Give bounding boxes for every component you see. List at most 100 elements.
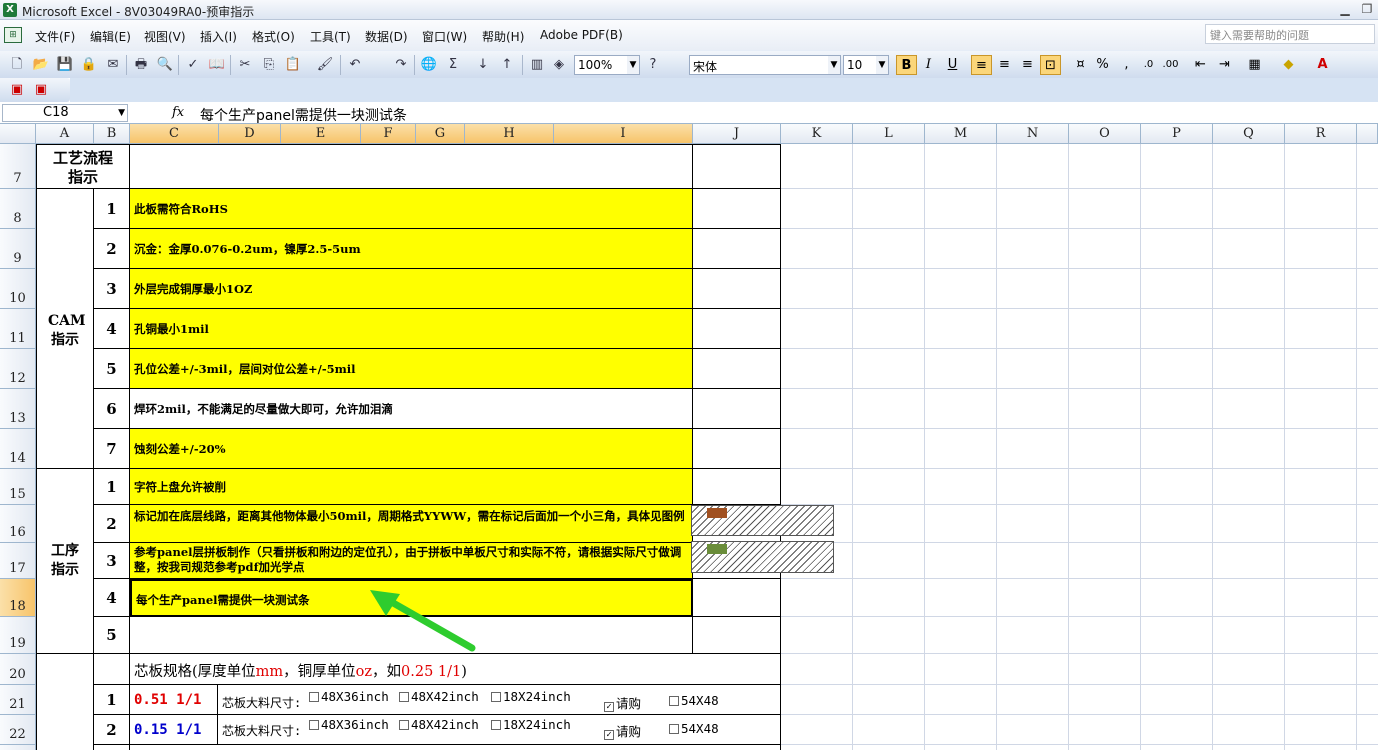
row-header-20[interactable]: 20	[0, 654, 36, 685]
column-header-i[interactable]: I	[554, 124, 693, 144]
menu-view[interactable]: 视图(V)	[144, 28, 186, 45]
save-icon[interactable]: 💾	[56, 56, 74, 74]
undo-icon[interactable]: ↶	[346, 56, 364, 74]
chevron-down-icon[interactable]: ▼	[118, 105, 125, 121]
cam-item-text[interactable]: 外层完成铜厚最小1OZ	[130, 269, 693, 309]
cam-item-text[interactable]: 蚀刻公差+/-20%	[130, 429, 693, 469]
open-icon[interactable]: 📂	[32, 56, 50, 74]
cell-b23[interactable]	[94, 745, 130, 750]
checked-checkbox-icon[interactable]: ✓	[604, 730, 614, 740]
workbook-icon[interactable]: ⊞	[4, 27, 22, 43]
column-header-f[interactable]: F	[361, 124, 416, 144]
row-header-21[interactable]: 21	[0, 685, 36, 715]
worksheet-grid[interactable]: A B C D E F G H I J K L M N O P Q R 7 8 …	[0, 124, 1378, 750]
column-header-k[interactable]: K	[781, 124, 853, 144]
row-header-22[interactable]: 22	[0, 715, 36, 745]
column-header-a[interactable]: A	[36, 124, 94, 144]
checkbox[interactable]	[399, 692, 409, 702]
cell-j19[interactable]	[693, 617, 781, 654]
row-header-10[interactable]: 10	[0, 269, 36, 309]
sort-descending-icon[interactable]: ↑	[498, 56, 516, 74]
underline-button[interactable]: U	[942, 55, 963, 75]
checkbox[interactable]	[399, 720, 409, 730]
format-painter-icon[interactable]: 🖌	[316, 56, 334, 74]
option-48x42[interactable]: 48X42inch	[399, 717, 479, 732]
align-left-button[interactable]: ≡	[971, 55, 992, 75]
cam-item-text[interactable]: 孔铜最小1mil	[130, 309, 693, 349]
row-header-16[interactable]: 16	[0, 505, 36, 543]
align-right-button[interactable]: ≡	[1017, 55, 1038, 75]
formula-input[interactable]: 每个生产panel需提供一块测试条	[200, 105, 407, 125]
column-header-l[interactable]: L	[853, 124, 925, 144]
currency-button[interactable]: ¤	[1070, 55, 1091, 75]
checkbox[interactable]	[669, 696, 679, 706]
option-18x24[interactable]: 18X24inch	[491, 689, 571, 704]
cut-icon[interactable]: ✂	[236, 56, 254, 74]
fill-color-icon[interactable]: ◆	[1278, 55, 1299, 75]
option-54x48[interactable]: 54X48	[669, 721, 719, 736]
decrease-indent-button[interactable]: ⇤	[1190, 55, 1211, 75]
checkbox[interactable]	[669, 724, 679, 734]
font-select[interactable]: 宋体 ▼	[689, 55, 841, 75]
cell-j14[interactable]	[693, 429, 781, 469]
print-preview-icon[interactable]: 🔍	[156, 56, 174, 74]
process-item-text[interactable]: 标记加在底层线路，距离其他物体最小50mil，周期格式YYWW，需在标记后面加一…	[130, 505, 693, 543]
cam-item-text[interactable]: 孔位公差+/-3mil，层间对位公差+/-5mil	[130, 349, 693, 389]
checkbox[interactable]	[309, 720, 319, 730]
italic-button[interactable]: I	[918, 55, 939, 75]
cell-j18[interactable]	[693, 579, 781, 617]
paste-icon[interactable]: 📋	[284, 56, 302, 74]
menu-adobe-pdf[interactable]: Adobe PDF(B)	[540, 28, 623, 42]
drawing-icon[interactable]: ◈	[550, 56, 568, 74]
column-header-p[interactable]: P	[1141, 124, 1213, 144]
chevron-down-icon[interactable]: ▼	[828, 56, 840, 74]
menu-format[interactable]: 格式(O)	[252, 28, 295, 45]
help-search-input[interactable]: 键入需要帮助的问题	[1205, 24, 1375, 44]
menu-edit[interactable]: 编辑(E)	[90, 28, 131, 45]
process-item-text[interactable]: 参考panel层拼板制作（只看拼板和附边的定位孔），由于拼板中单板尺寸和实际不符…	[130, 543, 693, 579]
core-spec-value[interactable]: 0.51 1/1	[130, 685, 218, 715]
minimize-button[interactable]: ▁	[1334, 0, 1356, 20]
option-48x36[interactable]: 48X36inch	[309, 689, 389, 704]
zoom-select[interactable]: 100% ▼	[574, 55, 640, 75]
cell-j9[interactable]	[693, 229, 781, 269]
email-icon[interactable]: ✉	[104, 56, 122, 74]
column-header-o[interactable]: O	[1069, 124, 1141, 144]
checkbox[interactable]	[491, 720, 501, 730]
sort-ascending-icon[interactable]: ↓	[474, 56, 492, 74]
column-header-s[interactable]	[1357, 124, 1378, 144]
new-icon[interactable]: 🗋	[8, 56, 26, 74]
cell-cam-label[interactable]: CAM指示	[36, 189, 94, 469]
row-header-18[interactable]: 18	[0, 579, 36, 617]
menu-data[interactable]: 数据(D)	[365, 28, 408, 45]
cell-b20[interactable]	[94, 654, 130, 685]
row-header-23[interactable]	[0, 745, 36, 750]
row-header-11[interactable]: 11	[0, 309, 36, 349]
spelling-icon[interactable]: ✓	[184, 56, 202, 74]
menu-window[interactable]: 窗口(W)	[422, 28, 467, 45]
redo-icon[interactable]: ↷	[392, 56, 410, 74]
cell-j13[interactable]	[693, 389, 781, 429]
row-header-9[interactable]: 9	[0, 229, 36, 269]
checkbox[interactable]	[491, 692, 501, 702]
autosum-icon[interactable]: Σ	[444, 56, 462, 74]
row-header-17[interactable]: 17	[0, 543, 36, 579]
option-purchase[interactable]: ✓ 请购	[604, 693, 641, 712]
cam-item-text[interactable]: 此板需符合RoHS	[130, 189, 693, 229]
embedded-image-marking[interactable]	[691, 505, 834, 536]
select-all-corner[interactable]	[0, 124, 36, 144]
column-header-q[interactable]: Q	[1213, 124, 1285, 144]
checked-checkbox-icon[interactable]: ✓	[604, 702, 614, 712]
row-header-19[interactable]: 19	[0, 617, 36, 654]
checkbox[interactable]	[309, 692, 319, 702]
hyperlink-icon[interactable]: 🌐	[420, 56, 438, 74]
row-header-13[interactable]: 13	[0, 389, 36, 429]
menu-tools[interactable]: 工具(T)	[310, 28, 351, 45]
column-header-r[interactable]: R	[1285, 124, 1357, 144]
pdf-convert-icon[interactable]: ▣	[8, 81, 26, 99]
option-48x42[interactable]: 48X42inch	[399, 689, 479, 704]
row-header-8[interactable]: 8	[0, 189, 36, 229]
cell-j8[interactable]	[693, 189, 781, 229]
column-header-m[interactable]: M	[925, 124, 997, 144]
percent-button[interactable]: %	[1092, 55, 1113, 75]
